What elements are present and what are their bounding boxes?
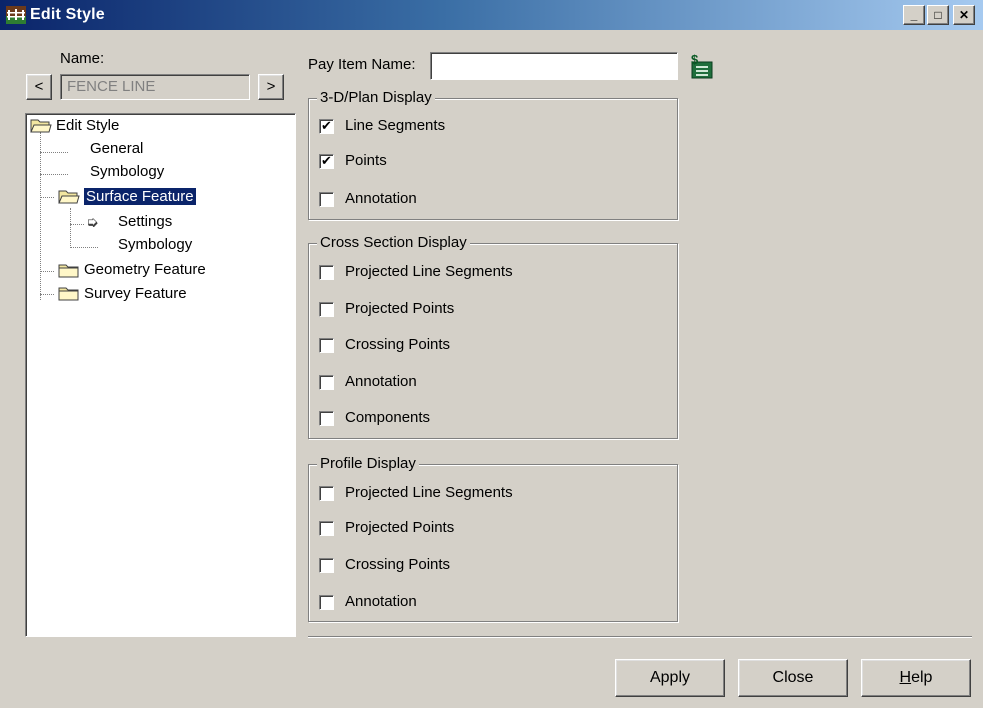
name-label: Name:	[60, 50, 105, 67]
close-button[interactable]: Close	[738, 659, 848, 697]
check-icon: ✔	[321, 118, 332, 133]
group-title: Cross Section Display	[317, 234, 470, 251]
tree-item-label: General	[90, 140, 144, 157]
checkbox-label: Crossing Points	[345, 336, 451, 353]
chevron-right-icon: >	[266, 78, 276, 95]
minimize-icon: _	[910, 8, 918, 22]
tree-item-label: Symbology	[90, 163, 165, 180]
checkbox-label: Crossing Points	[345, 556, 451, 573]
next-style-button[interactable]: >	[258, 74, 284, 100]
annotation-checkbox[interactable]	[319, 192, 334, 207]
arrow-right-icon: ➭	[86, 214, 99, 231]
pr-annotation-checkbox[interactable]	[319, 595, 334, 610]
tree-item-surface-feature[interactable]: Surface Feature	[83, 186, 197, 208]
pr-projected-line-segments-checkbox[interactable]	[319, 486, 334, 501]
checkbox-label: Annotation	[345, 373, 417, 390]
tree-connector	[70, 224, 84, 225]
help-label: elp	[911, 669, 933, 686]
close-window-button[interactable]: ✕	[953, 5, 975, 25]
apply-button[interactable]: Apply	[615, 659, 725, 697]
svg-text:$: $	[691, 52, 699, 67]
folder-icon	[58, 287, 79, 301]
checkbox-label: Projected Line Segments	[345, 484, 513, 501]
plan-display-group: 3-D/Plan Display ✔ Line Segments ✔ Point…	[308, 89, 678, 220]
chevron-left-icon: <	[34, 78, 44, 95]
help-button[interactable]: Help	[861, 659, 971, 697]
line-segments-checkbox[interactable]: ✔	[319, 119, 334, 134]
profile-display-group: Profile Display Projected Line Segments …	[308, 455, 678, 622]
tree-connector	[40, 174, 68, 175]
group-title: Profile Display	[317, 455, 419, 472]
style-name-field[interactable]: FENCE LINE	[60, 74, 250, 100]
close-icon: ✕	[958, 8, 970, 22]
pr-crossing-points-checkbox[interactable]	[319, 558, 334, 573]
tree-item-edit-style[interactable]: Edit Style	[56, 115, 119, 137]
check-icon: ✔	[321, 153, 332, 168]
edit-style-app-icon	[6, 6, 26, 24]
window-title: Edit Style	[30, 6, 105, 23]
checkbox-label: Projected Line Segments	[345, 263, 513, 280]
checkbox-label: Points	[345, 152, 387, 169]
checkbox-label: Projected Points	[345, 300, 455, 317]
tree-item-symbology[interactable]: Symbology	[90, 161, 164, 183]
tree-item-symbology-sub[interactable]: Symbology	[118, 234, 192, 256]
help-mnemonic: H	[899, 669, 912, 686]
checkbox-label: Annotation	[345, 190, 417, 207]
tree-item-label: Settings	[118, 213, 173, 230]
tree-item-general[interactable]: General	[90, 138, 143, 160]
pay-item-lookup-icon: $	[691, 52, 713, 79]
tree-connector	[70, 247, 98, 248]
maximize-button[interactable]: □	[927, 5, 949, 25]
divider	[308, 636, 972, 638]
cs-crossing-points-checkbox[interactable]	[319, 338, 334, 353]
minimize-button[interactable]: _	[903, 5, 925, 25]
pr-projected-points-checkbox[interactable]	[319, 521, 334, 536]
cs-projected-points-checkbox[interactable]	[319, 302, 334, 317]
tree-item-settings[interactable]: Settings	[118, 211, 172, 233]
tree-item-label: Geometry Feature	[84, 261, 206, 278]
checkbox-label: Projected Points	[345, 519, 455, 536]
cross-section-display-group: Cross Section Display Projected Line Seg…	[308, 234, 678, 439]
tree-item-survey-feature[interactable]: Survey Feature	[84, 283, 187, 305]
checkbox-label: Annotation	[345, 593, 417, 610]
tree-connector	[40, 197, 54, 198]
style-tree[interactable]: Edit Style General Symbology Surface Fea…	[25, 113, 296, 637]
cs-projected-line-segments-checkbox[interactable]	[319, 265, 334, 280]
tree-connector	[40, 152, 68, 153]
pay-item-label: Pay Item Name:	[308, 56, 416, 73]
folder-icon	[58, 264, 79, 278]
checkbox-label: Components	[345, 409, 431, 426]
pay-item-input[interactable]	[430, 52, 678, 80]
tree-connector	[70, 208, 71, 248]
tree-connector	[40, 294, 54, 295]
tree-item-geometry-feature[interactable]: Geometry Feature	[84, 259, 206, 281]
pay-item-lookup-button[interactable]: $	[688, 52, 716, 82]
checkbox-label: Line Segments	[345, 117, 446, 134]
tree-connector	[40, 271, 54, 272]
previous-style-button[interactable]: <	[26, 74, 52, 100]
title-bar[interactable]: Edit Style _ □ ✕	[0, 0, 983, 30]
points-checkbox[interactable]: ✔	[319, 154, 334, 169]
open-folder-icon	[30, 119, 52, 133]
cs-annotation-checkbox[interactable]	[319, 375, 334, 390]
open-folder-icon	[58, 190, 80, 204]
tree-item-label: Symbology	[118, 236, 193, 253]
group-title: 3-D/Plan Display	[317, 89, 435, 106]
tree-item-label: Edit Style	[56, 117, 120, 134]
maximize-icon: □	[934, 8, 942, 22]
tree-item-label: Survey Feature	[84, 285, 187, 302]
cs-components-checkbox[interactable]	[319, 411, 334, 426]
tree-connector	[40, 132, 41, 300]
tree-item-label: Surface Feature	[83, 187, 197, 206]
